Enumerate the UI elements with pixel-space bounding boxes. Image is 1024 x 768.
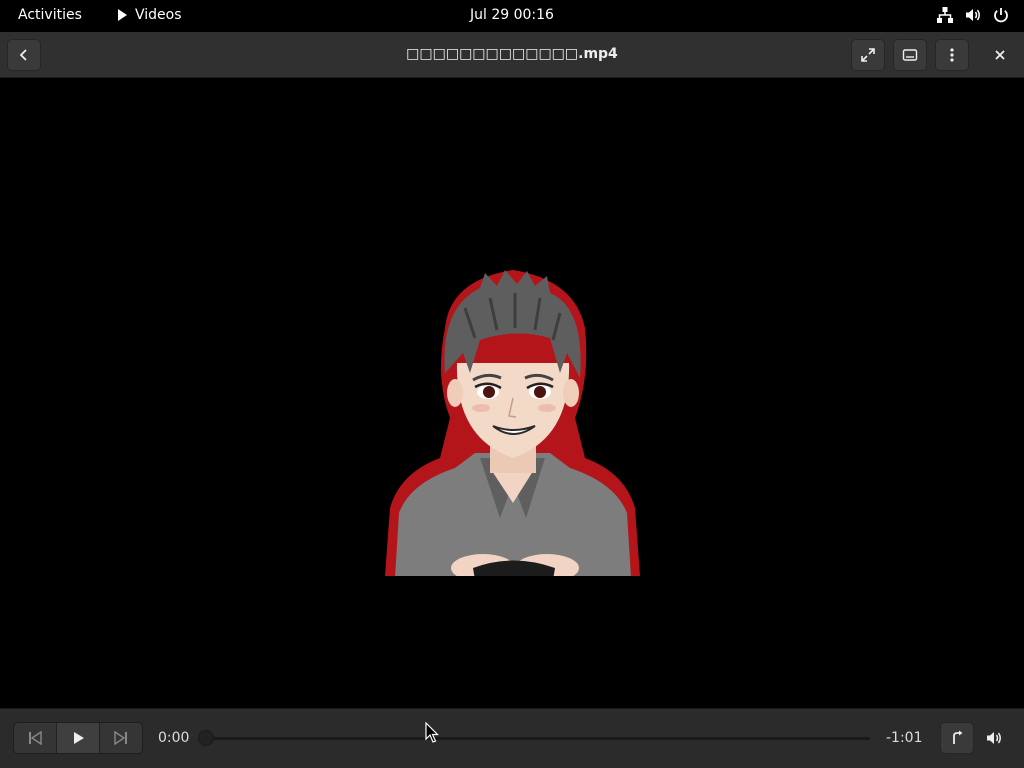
repeat-button[interactable] [940,722,974,754]
close-button[interactable] [983,39,1017,71]
mouse-pointer-icon [425,722,439,743]
volume-button[interactable] [980,722,1008,754]
next-button[interactable] [100,723,142,753]
navigation-button-group [13,722,143,754]
power-icon [992,6,1010,24]
fullscreen-icon [861,48,875,62]
app-name: Videos [135,7,182,23]
header-bar: □□□□□□□□□□□□□.mp4 [0,32,1024,78]
video-frame-image [385,270,640,576]
top-bar: Activities Videos Jul 29 00:16 [0,0,1024,32]
time-elapsed: 0:00 [158,730,190,746]
playback-controls: 0:00 -1:01 [0,708,1024,768]
app-menu[interactable]: Videos [118,7,182,23]
play-icon [74,732,84,744]
videos-app-icon [118,9,127,21]
subtitles-icon [902,49,918,61]
close-icon [995,50,1005,60]
video-area[interactable] [0,78,1024,708]
previous-button[interactable] [14,723,57,753]
skip-next-icon [114,731,127,745]
clock[interactable]: Jul 29 00:16 [470,7,554,23]
activities-button[interactable]: Activities [18,7,82,23]
system-tray[interactable] [936,6,1010,24]
time-remaining: -1:01 [886,730,923,746]
network-icon [936,6,954,24]
menu-button[interactable] [935,39,969,71]
play-button[interactable] [57,723,100,753]
repeat-icon [953,730,963,744]
volume-icon [964,6,982,24]
more-vertical-icon [950,48,954,62]
subtitles-button[interactable] [893,39,927,71]
volume-icon [987,732,1001,744]
fullscreen-button[interactable] [851,39,885,71]
seek-handle[interactable] [198,730,214,746]
skip-previous-icon [29,731,42,745]
seek-bar[interactable] [200,737,870,740]
